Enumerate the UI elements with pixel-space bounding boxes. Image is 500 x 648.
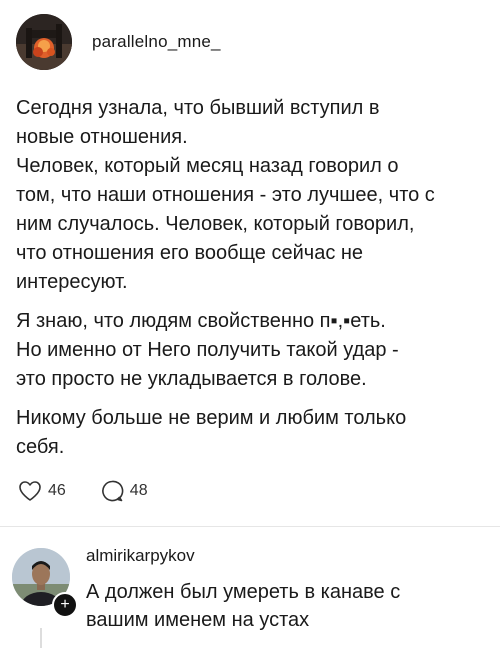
avatar-image [16, 14, 72, 70]
like-count: 46 [48, 482, 66, 499]
post-paragraph-2: Я знаю, что людям свойственно п▪︎,▪︎еть.… [16, 310, 399, 390]
author-avatar[interactable] [16, 14, 72, 70]
reply-username[interactable]: almirikarpykov [86, 546, 195, 566]
thread-line [40, 628, 42, 648]
comment-button[interactable]: 48 [100, 479, 148, 503]
post-paragraph-3: Никому больше не верим и любим только се… [16, 407, 407, 458]
author-username[interactable]: parallelno_mne_ [92, 32, 221, 52]
like-button[interactable]: 46 [18, 480, 66, 502]
follow-plus-icon[interactable]: + [52, 592, 78, 618]
post-author: parallelno_mne_ [16, 14, 221, 70]
post-body: Сегодня узнала, что бывший вступил в нов… [16, 94, 486, 472]
heart-icon [19, 481, 41, 501]
section-divider [0, 526, 500, 527]
post-actions: 46 48 [18, 479, 182, 503]
reply-text: А должен был умереть в канаве с вашим им… [86, 581, 401, 631]
post-paragraph-1: Сегодня узнала, что бывший вступил в нов… [16, 97, 435, 293]
comment-count: 48 [129, 482, 148, 499]
comment-bubble-icon [101, 480, 124, 502]
